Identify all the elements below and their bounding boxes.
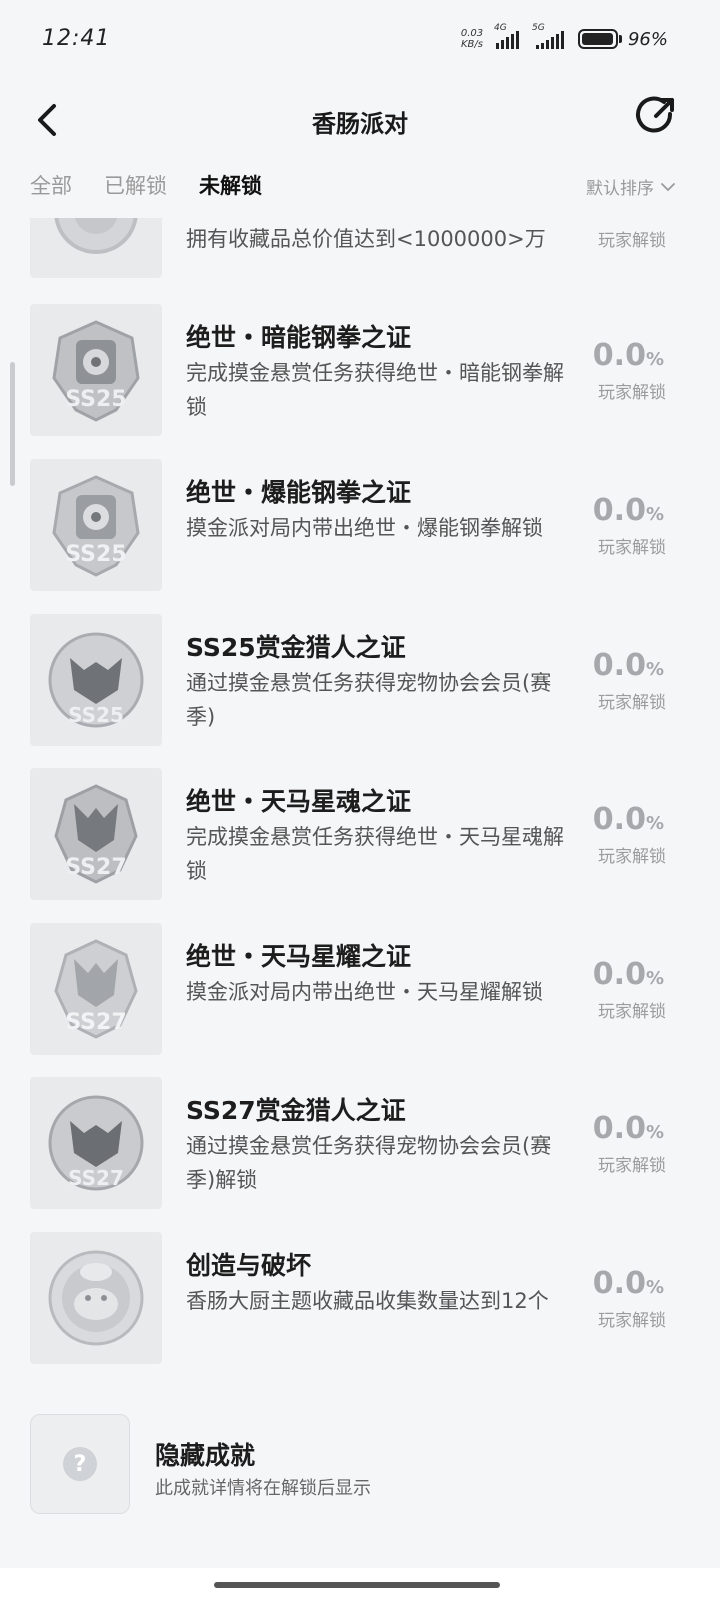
share-arrow-icon: [636, 96, 674, 133]
battery-percent: 96%: [627, 28, 668, 50]
achievement-desc: 摸金派对局内带出绝世・天马星耀解锁: [186, 980, 543, 1004]
achievement-unlock-label: 玩家解锁: [598, 1156, 666, 1176]
tab-locked[interactable]: 未解锁: [199, 170, 262, 200]
hunter-badge-icon: SS27: [48, 1095, 144, 1191]
tab-unlocked[interactable]: 已解锁: [104, 170, 167, 200]
status-bar: 12:41 0.03 KB/s 4G 5G 96%: [0, 0, 720, 80]
signal-4g-label: 4G: [493, 23, 507, 33]
achievement-title: 绝世・爆能钢拳之证: [186, 478, 412, 507]
fist-badge-icon: SS25: [52, 475, 140, 577]
unlock-percentage: 0.0%: [592, 802, 664, 837]
status-icons: 0.03 KB/s 4G 5G 96%: [458, 23, 668, 50]
pegasus-badge-icon: SS27: [54, 784, 138, 884]
nav-bar: 香肠派对: [0, 80, 720, 168]
list-item[interactable]: SS27 绝世・天马星耀之证 摸金派对局内带出绝世・天马星耀解锁 0.0% 玩家…: [0, 923, 720, 1057]
network-speed-unit: KB/s: [460, 39, 483, 50]
list-item[interactable]: SS27 SS27赏金猎人之证 通过摸金悬赏任务获得宠物协会会员(赛季)解锁 0…: [0, 1077, 720, 1211]
unlock-percentage: 0.0%: [592, 1266, 664, 1301]
list-item[interactable]: SS25 绝世・暗能钢拳之证 完成摸金悬赏任务获得绝世・暗能钢拳解锁 0.0% …: [0, 304, 720, 438]
filter-tabs: 全部 已解锁 未解锁 默认排序: [0, 162, 720, 218]
achievement-desc: 通过摸金悬赏任务获得宠物协会会员(赛季)解锁: [186, 1134, 552, 1192]
signal-5g-label: 5G: [531, 23, 545, 33]
network-speed-value: 0.03: [460, 28, 484, 39]
achievement-title: 绝世・天马星耀之证: [186, 942, 412, 971]
achievement-title: SS25赏金猎人之证: [186, 633, 406, 662]
svg-text:SS27: SS27: [65, 1010, 126, 1035]
network-speed: 0.03 KB/s: [458, 28, 486, 50]
svg-text:SS25: SS25: [65, 542, 126, 567]
achievement-title: SS27赏金猎人之证: [186, 1096, 406, 1125]
list-item[interactable]: 创造与破坏 香肠大厨主题收藏品收集数量达到12个 0.0% 玩家解锁: [0, 1232, 720, 1366]
achievement-unlock-label: 玩家解锁: [598, 693, 666, 713]
achievement-unlock-label: 玩家解锁: [598, 847, 666, 867]
achievement-badge: [30, 1232, 162, 1364]
hidden-achievement-badge: ?: [30, 1414, 130, 1514]
achievement-badge: SS27: [30, 768, 162, 900]
sort-label: 默认排序: [586, 179, 654, 199]
achievement-desc: 香肠大厨主题收藏品收集数量达到12个: [186, 1289, 549, 1313]
question-mark-icon: ?: [63, 1447, 97, 1481]
home-indicator[interactable]: [214, 1582, 500, 1588]
list-item[interactable]: SS25 绝世・爆能钢拳之证 摸金派对局内带出绝世・爆能钢拳解锁 0.0% 玩家…: [0, 459, 720, 593]
unlock-percentage: 0.0%: [592, 648, 664, 683]
achievement-badge: SS27: [30, 1077, 162, 1209]
achievement-list: 拥有收藏品总价值达到<1000000>万 玩家解锁 SS25 绝世・暗能钢拳之证…: [0, 218, 720, 1370]
achievement-unlock-label: 玩家解锁: [598, 538, 666, 558]
unlock-percentage: 0.0%: [592, 1111, 664, 1146]
chef-badge-icon: [48, 1250, 144, 1346]
share-button[interactable]: [634, 94, 678, 138]
svg-text:SS25: SS25: [68, 703, 124, 727]
svg-text:SS27: SS27: [65, 855, 126, 880]
list-item[interactable]: 拥有收藏品总价值达到<1000000>万 玩家解锁: [0, 218, 720, 280]
achievement-unlock-label: 玩家解锁: [598, 383, 666, 403]
achievement-desc: 拥有收藏品总价值达到<1000000>万: [186, 227, 546, 251]
status-time: 12:41: [42, 26, 111, 51]
achievement-title: 创造与破坏: [186, 1251, 312, 1280]
list-item[interactable]: SS27 绝世・天马星魂之证 完成摸金悬赏任务获得绝世・天马星魂解锁 0.0% …: [0, 768, 720, 902]
medal-icon: [54, 218, 138, 254]
svg-text:SS25: SS25: [65, 387, 126, 412]
hidden-achievement-desc: 此成就详情将在解锁后显示: [155, 1478, 371, 1499]
hunter-badge-icon: SS25: [48, 632, 144, 728]
achievement-title: 绝世・暗能钢拳之证: [186, 323, 412, 352]
battery-icon: 96%: [577, 28, 668, 50]
hidden-achievement-title: 隐藏成就: [155, 1441, 256, 1470]
achievement-title: 绝世・天马星魂之证: [186, 787, 412, 816]
gesture-bar: [0, 1568, 720, 1600]
hidden-achievement[interactable]: ? 隐藏成就 此成就详情将在解锁后显示: [0, 1414, 720, 1518]
achievement-badge: [30, 218, 162, 278]
sort-dropdown[interactable]: 默认排序: [586, 174, 676, 199]
achievement-desc: 完成摸金悬赏任务获得绝世・暗能钢拳解锁: [186, 361, 564, 419]
achievement-unlock-label: 玩家解锁: [598, 231, 666, 251]
unlock-percentage: 0.0%: [592, 338, 664, 373]
signal-4g-icon: 4G: [494, 23, 524, 49]
page-title: 香肠派对: [312, 110, 408, 138]
achievement-badge: SS27: [30, 923, 162, 1055]
achievement-unlock-label: 玩家解锁: [598, 1002, 666, 1022]
achievement-unlock-label: 玩家解锁: [598, 1311, 666, 1331]
fist-badge-icon: SS25: [52, 320, 140, 422]
achievement-badge: SS25: [30, 304, 162, 436]
achievement-desc: 完成摸金悬赏任务获得绝世・天马星魂解锁: [186, 825, 564, 883]
unlock-percentage: 0.0%: [592, 493, 664, 528]
chevron-down-icon: [661, 182, 675, 191]
list-item[interactable]: SS25 SS25赏金猎人之证 通过摸金悬赏任务获得宠物协会会员(赛季) 0.0…: [0, 614, 720, 748]
pegasus-badge-icon: SS27: [54, 939, 138, 1039]
achievement-desc: 摸金派对局内带出绝世・爆能钢拳解锁: [186, 516, 543, 540]
achievement-badge: SS25: [30, 614, 162, 746]
battery-fill: [581, 33, 613, 45]
achievement-desc: 通过摸金悬赏任务获得宠物协会会员(赛季): [186, 671, 552, 729]
svg-text:SS27: SS27: [68, 1166, 124, 1190]
tab-all[interactable]: 全部: [30, 170, 72, 200]
achievement-badge: SS25: [30, 459, 162, 591]
unlock-percentage: 0.0%: [592, 957, 664, 992]
signal-5g-icon: 5G: [532, 23, 570, 49]
